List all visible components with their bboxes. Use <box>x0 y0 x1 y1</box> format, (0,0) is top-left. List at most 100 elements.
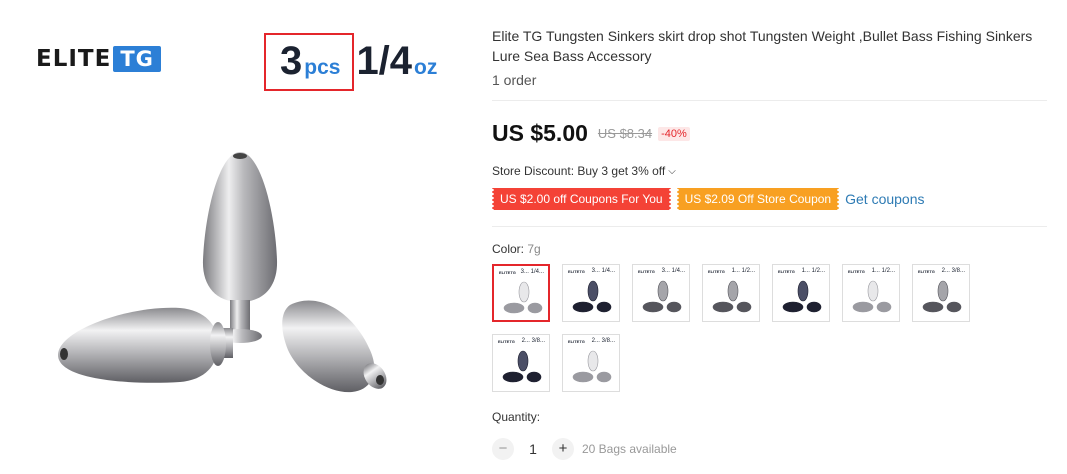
divider <box>492 226 1047 227</box>
swatch-sinker-shape <box>587 350 599 372</box>
swatch-brand-logo: ELITETG <box>498 339 515 344</box>
tungsten-sinkers-illustration <box>58 152 387 393</box>
swatch-sinker-shape <box>736 301 752 313</box>
swatch-brand-logo: ELITETG <box>708 269 725 274</box>
swatch-sinker-shape <box>922 301 944 313</box>
swatch-sinker-thumbnail <box>782 280 822 313</box>
brand-logo-elite: ELITE <box>36 46 112 72</box>
swatch-brand-logo: ELITETG <box>918 269 935 274</box>
swatch-sinker-shape <box>937 280 949 302</box>
color-swatch[interactable]: ELITETG 2... 3/8... <box>492 334 550 392</box>
swatch-sinker-thumbnail <box>572 280 612 313</box>
swatch-sinker-shape <box>518 281 530 303</box>
stock-available: 20 Bags available <box>582 442 677 456</box>
swatch-sinker-shape <box>782 301 804 313</box>
store-discount-text: Store Discount: Buy 3 get 3% off <box>492 164 666 178</box>
color-swatch[interactable]: ELITETG 1... 1/2... <box>772 264 830 322</box>
swatch-sinker-shape <box>596 371 612 383</box>
quantity-label: Quantity: <box>492 410 541 424</box>
swatch-sinker-thumbnail <box>572 350 612 383</box>
pack-unit: pcs <box>304 56 341 79</box>
swatch-sinker-thumbnail <box>852 280 892 313</box>
product-main-image[interactable]: ELITE TG 3 pcs 1/4 oz <box>0 0 480 474</box>
swatch-sinker-shape <box>657 280 669 302</box>
store-discount-dropdown[interactable]: Store Discount: Buy 3 get 3% off ⌵ <box>492 164 676 178</box>
swatch-sinker-thumbnail <box>502 350 542 383</box>
color-swatch[interactable]: ELITETG 2... 3/8... <box>562 334 620 392</box>
weight-unit: oz <box>414 56 438 79</box>
swatch-sinker-shape <box>712 301 734 313</box>
swatch-sinker-shape <box>572 301 594 313</box>
pack-spec: 3 pcs 1/4 oz <box>280 36 437 86</box>
quantity-input[interactable]: 1 <box>514 441 552 457</box>
coupons-row: US $2.00 off Coupons For You US $2.09 Of… <box>491 188 925 210</box>
color-label-text: Color: <box>492 242 528 256</box>
swatch-sinker-shape <box>503 302 525 314</box>
sinker-lying-left <box>58 307 233 383</box>
store-coupon[interactable]: US $2.09 Off Store Coupon <box>675 188 840 210</box>
coupon-for-you[interactable]: US $2.00 off Coupons For You <box>491 188 672 210</box>
swatch-brand-logo: ELITETG <box>848 269 865 274</box>
original-price: US $8.34 <box>597 126 653 141</box>
color-swatch[interactable]: ELITETG 2... 3/8... <box>912 264 970 322</box>
swatch-brand-logo: ELITETG <box>568 339 585 344</box>
product-title: Elite TG Tungsten Sinkers skirt drop sho… <box>492 28 1033 64</box>
swatch-spec-text: 2... 3/8... <box>591 338 615 344</box>
swatch-sinker-shape <box>806 301 822 313</box>
swatch-spec-text: 1... 1/2... <box>871 268 895 274</box>
pack-count: 3 <box>280 39 303 83</box>
color-swatch[interactable]: ELITETG 1... 1/2... <box>702 264 760 322</box>
swatch-sinker-shape <box>876 301 892 313</box>
quantity-stepper: − 1 + 20 Bags available <box>492 438 677 460</box>
quantity-decrease-button[interactable]: − <box>492 438 514 460</box>
swatch-brand-logo: ELITETG <box>568 269 585 274</box>
swatch-brand-logo: ELITETG <box>778 269 795 274</box>
brand-logo: ELITE TG <box>36 44 161 74</box>
swatch-sinker-shape <box>867 280 879 302</box>
color-swatch[interactable]: ELITETG 1... 1/2... <box>842 264 900 322</box>
swatch-sinker-shape <box>946 301 962 313</box>
swatch-brand-logo: ELITETG <box>499 270 516 275</box>
price-row: US $5.00 US $8.34 -40% <box>492 120 690 147</box>
swatch-spec-text: 2... 3/8... <box>521 338 545 344</box>
swatch-sinker-thumbnail <box>642 280 682 313</box>
swatch-sinker-shape <box>852 301 874 313</box>
swatch-spec-text: 1... 1/2... <box>801 268 825 274</box>
swatch-spec-text: 3... 1/4... <box>520 269 544 275</box>
swatch-sinker-shape <box>596 301 612 313</box>
swatch-sinker-shape <box>797 280 809 302</box>
current-price: US $5.00 <box>492 120 588 146</box>
swatch-sinker-shape <box>587 280 599 302</box>
get-coupons-link[interactable]: Get coupons <box>845 191 924 207</box>
color-swatch-list: ELITETG 3... 1/4... ELITETG 3... 1/4... ELIT… <box>492 264 992 392</box>
color-swatch[interactable]: ELITETG 3... 1/4... <box>632 264 690 322</box>
color-swatch[interactable]: ELITETG 3... 1/4... <box>492 264 550 322</box>
color-swatch[interactable]: ELITETG 3... 1/4... <box>562 264 620 322</box>
swatch-sinker-shape <box>642 301 664 313</box>
swatch-spec-text: 1... 1/2... <box>731 268 755 274</box>
swatch-spec-text: 3... 1/4... <box>661 268 685 274</box>
swatch-sinker-shape <box>727 280 739 302</box>
swatch-spec-text: 3... 1/4... <box>591 268 615 274</box>
swatch-brand-logo: ELITETG <box>638 269 655 274</box>
swatch-sinker-shape <box>526 371 542 383</box>
swatch-sinker-shape <box>502 371 524 383</box>
brand-logo-tg: TG <box>113 46 161 72</box>
swatch-spec-text: 2... 3/8... <box>941 268 965 274</box>
sinker-upright <box>202 152 278 343</box>
swatch-sinker-shape <box>666 301 682 313</box>
sinker-lying-right <box>282 300 387 393</box>
weight-value: 1/4 <box>356 39 413 83</box>
chevron-down-icon: ⌵ <box>668 165 676 177</box>
divider <box>492 100 1047 101</box>
color-label: Color: 7g <box>492 242 541 256</box>
orders-count: 1 order <box>492 72 537 88</box>
swatch-sinker-thumbnail <box>712 280 752 313</box>
swatch-sinker-thumbnail <box>922 280 962 313</box>
discount-badge: -40% <box>658 126 690 141</box>
swatch-sinker-thumbnail <box>503 281 543 314</box>
quantity-increase-button[interactable]: + <box>552 438 574 460</box>
color-selected-value: 7g <box>527 242 541 256</box>
swatch-sinker-shape <box>517 350 529 372</box>
swatch-sinker-shape <box>527 302 543 314</box>
